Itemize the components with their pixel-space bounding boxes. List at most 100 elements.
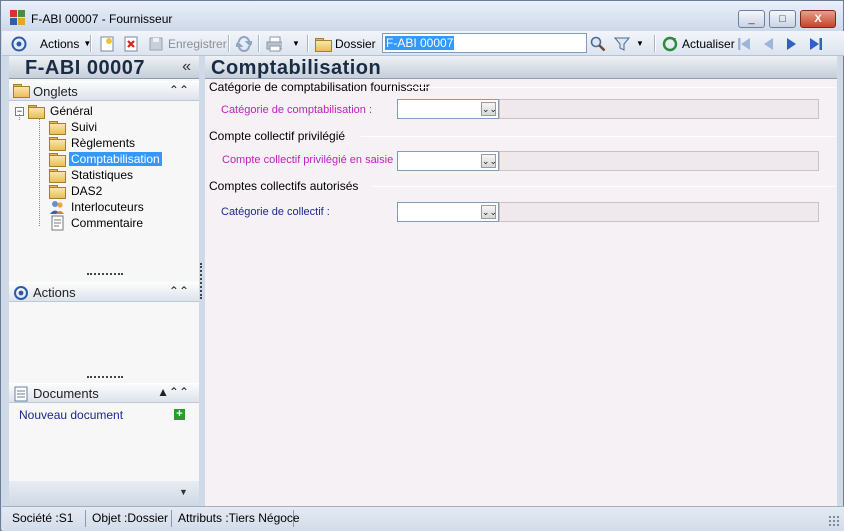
documents-section-label: Documents xyxy=(33,386,99,401)
tabs-section-label: Onglets xyxy=(33,84,78,99)
chevron-down-icon[interactable]: ▼ xyxy=(179,487,188,497)
group-divider xyxy=(373,186,835,187)
folder-button[interactable]: Dossier xyxy=(315,34,376,53)
minimize-icon: _ xyxy=(748,13,755,25)
new-document-link[interactable]: Nouveau document xyxy=(19,408,123,422)
group-title-accounting-category: Catégorie de comptabilisation fournisseu… xyxy=(209,80,430,94)
sync-icon xyxy=(236,35,252,52)
new-button[interactable] xyxy=(99,34,115,53)
filter-icon xyxy=(614,37,630,51)
previous-record-button[interactable] xyxy=(760,34,776,53)
comment-document-icon xyxy=(51,215,64,231)
add-icon[interactable]: + xyxy=(174,409,185,420)
tree-item-label: Interlocuteurs xyxy=(71,200,144,214)
tree-item-label: Statistiques xyxy=(71,168,134,182)
tree-item-label: Commentaire xyxy=(71,216,144,230)
toolbar: Actions ▼ Enregistrer ▼ Dossier F-ABI 00… xyxy=(2,31,844,56)
caret-up-icon[interactable]: ▲ xyxy=(157,385,169,399)
refresh-button[interactable]: Actualiser xyxy=(662,34,735,53)
double-chevron-down-icon[interactable]: ⌄⌄ xyxy=(481,205,497,219)
resize-grip-icon[interactable] xyxy=(828,515,840,527)
page-header: Comptabilisation xyxy=(205,56,837,79)
group-title-allowed-accounts: Comptes collectifs autorisés xyxy=(209,179,359,193)
tree-item-reglements[interactable]: Règlements xyxy=(49,135,137,151)
status-company: Société :S1 xyxy=(8,510,86,527)
save-button[interactable]: Enregistrer xyxy=(148,34,227,53)
print-icon xyxy=(266,36,282,51)
open-folder-icon xyxy=(49,153,66,167)
collapse-icon[interactable]: ⌃⌃ xyxy=(169,385,189,399)
group-divider xyxy=(361,136,835,137)
search-value: F-ABI 00007 xyxy=(385,36,455,50)
status-bar: Société :S1 Objet :Dossier Attributs :Ti… xyxy=(2,506,844,531)
first-record-button[interactable] xyxy=(736,34,752,53)
tree-item-commentaire[interactable]: Commentaire xyxy=(49,215,145,231)
left-panel: F-ABI 00007 « Onglets ⌃⌃ − Général Suivi… xyxy=(9,56,199,506)
folder-label: Dossier xyxy=(335,36,376,51)
save-label: Enregistrer xyxy=(168,36,227,51)
status-object: Objet :Dossier xyxy=(88,510,172,527)
accounting-category-combo[interactable]: ⌄⌄ xyxy=(397,99,499,119)
tabs-section-header[interactable]: Onglets ⌃⌃ xyxy=(9,81,199,101)
page-title: Comptabilisation xyxy=(211,57,382,79)
double-chevron-down-icon[interactable]: ⌄⌄ xyxy=(481,102,497,116)
vertical-splitter-grip[interactable] xyxy=(200,263,202,299)
tree-item-statistiques[interactable]: Statistiques xyxy=(49,167,135,183)
tree-item-das2[interactable]: DAS2 xyxy=(49,183,104,199)
last-record-button[interactable] xyxy=(808,34,824,53)
folder-icon xyxy=(13,84,30,98)
sync-button[interactable] xyxy=(236,34,252,53)
application-window: F-ABI 00007 - Fournisseur _ □ X Actions … xyxy=(0,0,844,531)
tree-item-comptabilisation[interactable]: Comptabilisation xyxy=(49,151,162,167)
collapse-icon[interactable]: ⌃⌃ xyxy=(169,83,189,97)
close-icon: X xyxy=(814,13,822,25)
actions-section-label: Actions xyxy=(33,285,76,300)
collective-category-combo[interactable]: ⌄⌄ xyxy=(397,202,499,222)
double-chevron-down-icon[interactable]: ⌄⌄ xyxy=(481,154,497,168)
contacts-icon xyxy=(50,201,64,214)
filter-button[interactable]: ▼ xyxy=(614,34,644,53)
caret-down-icon: ▼ xyxy=(292,39,300,48)
accounting-category-description xyxy=(499,99,819,119)
actions-menu-label: Actions xyxy=(40,36,80,51)
next-record-button[interactable] xyxy=(784,34,800,53)
preferred-account-combo[interactable]: ⌄⌄ xyxy=(397,151,499,171)
tree-item-interlocuteurs[interactable]: Interlocuteurs xyxy=(49,199,146,215)
collapse-icon[interactable]: ⌃⌃ xyxy=(169,284,189,298)
record-code: F-ABI 00007 xyxy=(25,57,145,79)
navigation-target-button[interactable] xyxy=(11,34,27,53)
target-icon xyxy=(11,36,27,51)
record-header: F-ABI 00007 « xyxy=(9,56,199,79)
tree-root-general[interactable]: − Général xyxy=(15,103,95,119)
tree-item-label: Suivi xyxy=(71,120,98,134)
maximize-icon: □ xyxy=(779,13,786,25)
search-button[interactable] xyxy=(590,34,606,53)
group-title-preferred-account: Compte collectif privilégié xyxy=(209,129,346,143)
maximize-button[interactable]: □ xyxy=(769,10,796,28)
print-button[interactable]: ▼ xyxy=(266,34,300,53)
documents-section-header[interactable]: Documents ▲ ⌃⌃ xyxy=(9,383,199,403)
tree-root-label: Général xyxy=(50,104,93,118)
splitter-grip[interactable] xyxy=(87,273,123,275)
tree-item-suivi[interactable]: Suivi xyxy=(49,119,99,135)
panel-footer: ▼ xyxy=(9,481,199,506)
close-button[interactable]: X xyxy=(800,10,836,28)
save-icon xyxy=(149,37,163,50)
minimize-button[interactable]: _ xyxy=(738,10,765,28)
last-icon xyxy=(810,37,822,50)
title-bar: F-ABI 00007 - Fournisseur _ □ X xyxy=(1,1,843,31)
actions-menu-button[interactable]: Actions ▼ xyxy=(40,34,91,53)
actions-section-header[interactable]: Actions ⌃⌃ xyxy=(9,282,199,302)
first-icon xyxy=(738,37,750,50)
target-icon xyxy=(14,286,28,300)
accounting-category-label: Catégorie de comptabilisation : xyxy=(221,104,373,116)
refresh-label: Actualiser xyxy=(682,36,735,51)
status-attributes: Attributs :Tiers Négoce xyxy=(174,510,300,527)
refresh-icon xyxy=(662,36,678,51)
delete-button[interactable] xyxy=(123,34,139,53)
splitter-grip[interactable] xyxy=(87,376,123,378)
preferred-account-description xyxy=(499,151,819,171)
search-field[interactable]: F-ABI 00007 xyxy=(382,33,587,53)
delete-icon xyxy=(124,36,138,51)
collapse-panel-icon[interactable]: « xyxy=(182,58,191,76)
